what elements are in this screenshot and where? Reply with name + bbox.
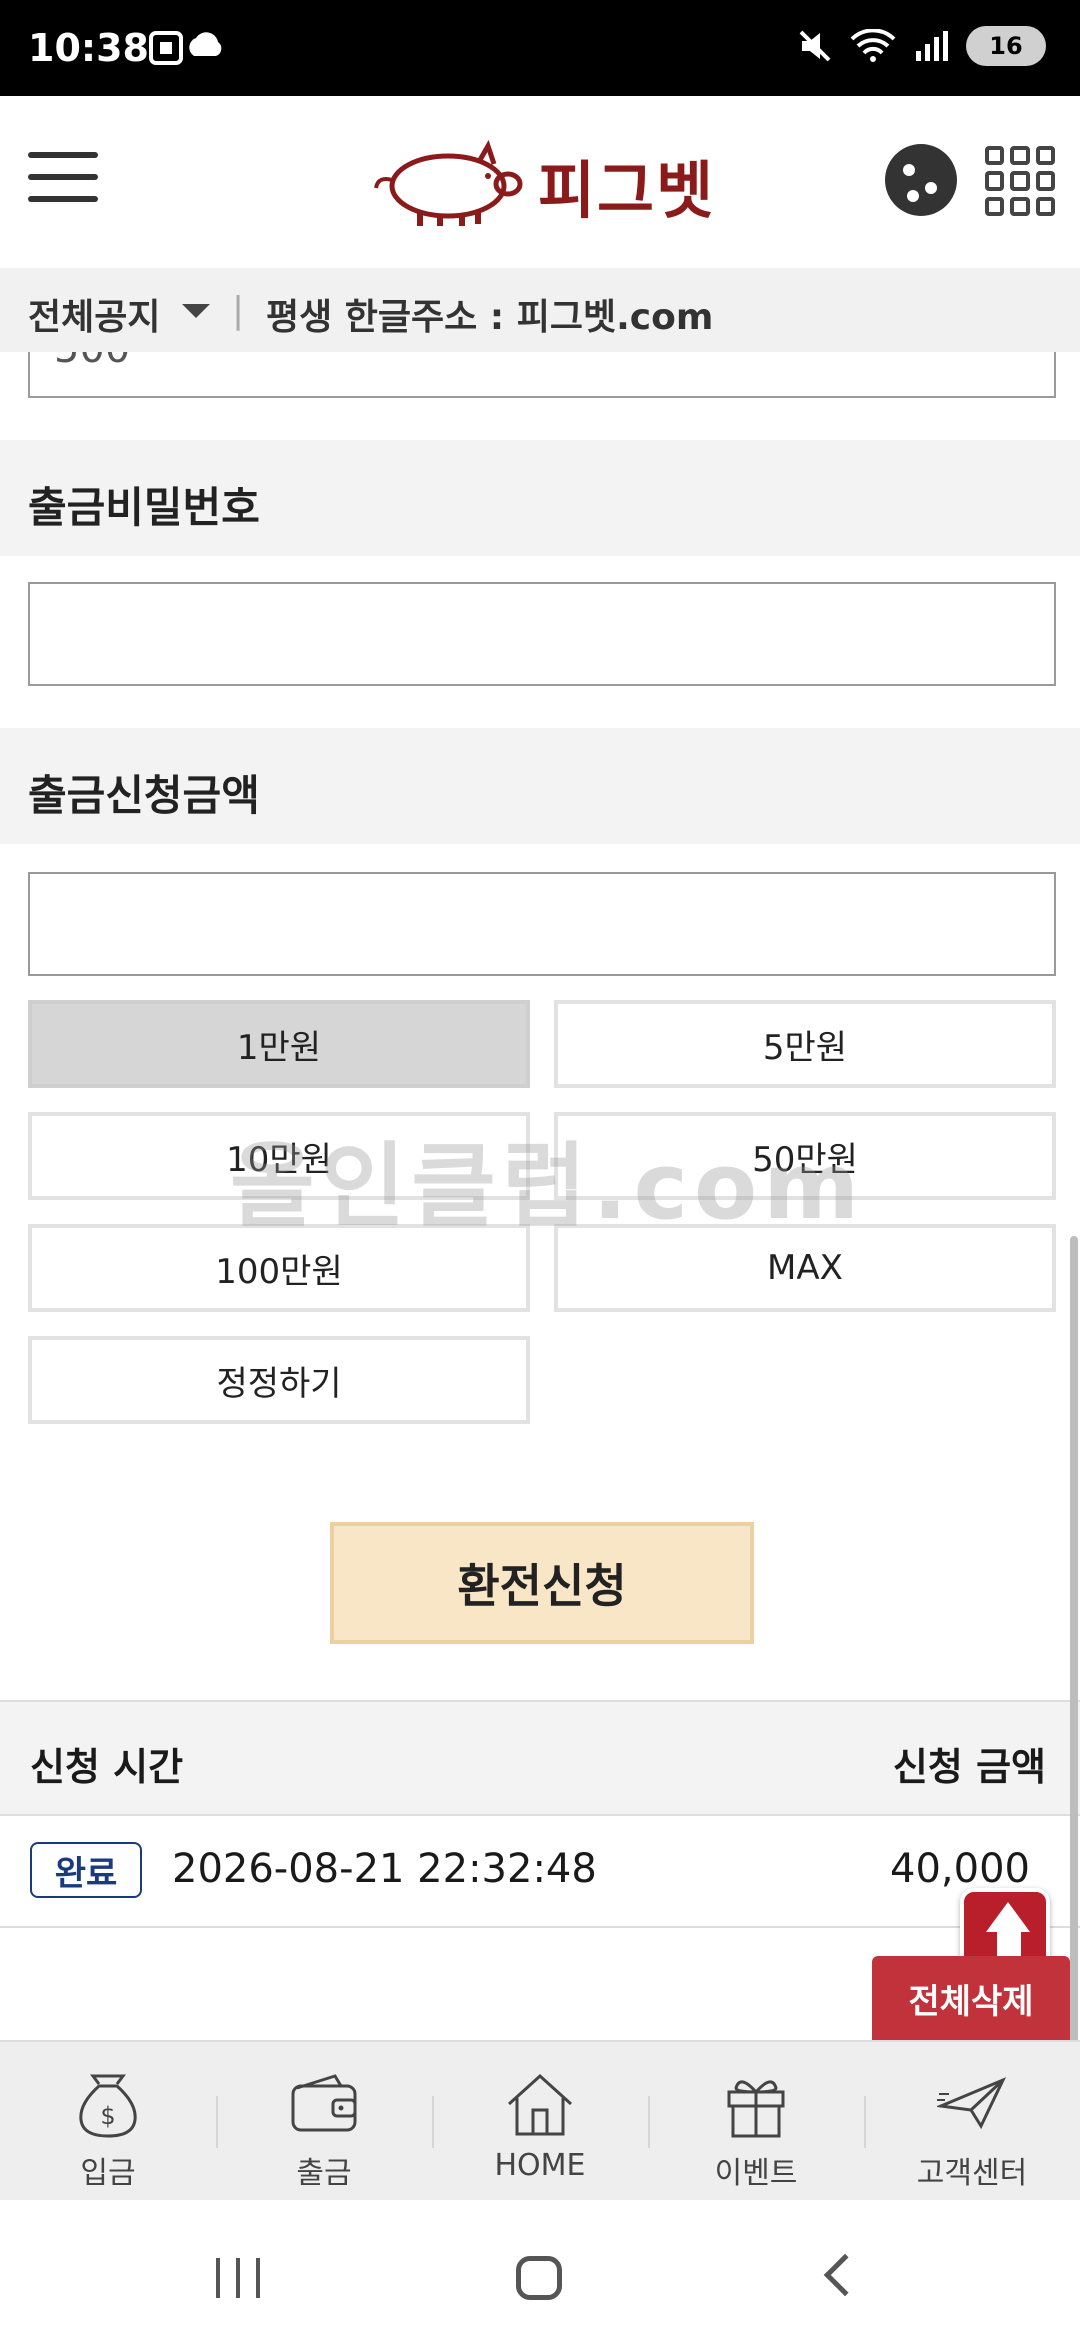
amount-button-50k[interactable]: 5만원 [554, 1000, 1056, 1088]
nav-label: 고객센터 [916, 2156, 1028, 2191]
password-section-header: 출금비밀번호 [0, 440, 1080, 556]
pig-logo-icon [374, 139, 523, 226]
request-amount: 40,000 [890, 1846, 1030, 1892]
nav-deposit[interactable]: $ 입금 [0, 2042, 216, 2202]
money-bag-icon: $ [79, 2074, 137, 2138]
nav-label: 출금 [296, 2156, 352, 2191]
previous-input-value: 500 [54, 352, 130, 372]
nav-label: 이벤트 [714, 2156, 798, 2191]
apps-grid-icon[interactable] [985, 146, 1055, 216]
menu-icon[interactable] [28, 146, 98, 208]
paper-plane-icon [937, 2077, 1007, 2130]
status-time: 10:38 [28, 26, 149, 70]
amount-section-header: 출금신청금액 [0, 728, 1080, 844]
status-bar: 10:38 16 [0, 0, 1080, 96]
home-icon[interactable] [516, 2256, 562, 2300]
request-time: 2026-08-21 22:32:48 [172, 1846, 597, 1892]
nav-home[interactable]: HOME [432, 2042, 648, 2202]
table-row: 완료 2026-08-21 22:32:48 40,000 [0, 1816, 1080, 1928]
nav-customer-center[interactable]: 고객센터 [864, 2042, 1080, 2202]
site-logo[interactable]: 피그벳 [370, 130, 720, 230]
arrow-up-icon [986, 1902, 1030, 1932]
watermark: 올인클럽.com [230, 1133, 866, 1240]
column-request-amount: 신청 금액 [892, 1745, 1046, 1789]
delete-all-button[interactable]: 전체삭제 [872, 1956, 1070, 2040]
column-request-time: 신청 시간 [30, 1745, 184, 1789]
screenshot-icon [148, 28, 228, 77]
password-section-title: 출금비밀번호 [28, 483, 260, 532]
previous-input-field[interactable]: 500 [28, 352, 1056, 398]
status-badge: 완료 [30, 1842, 142, 1898]
back-icon[interactable] [823, 2253, 867, 2297]
site-header: 피그벳 [0, 96, 1080, 268]
system-nav-bar [0, 2200, 1080, 2340]
status-icons: 16 [798, 26, 1046, 66]
battery-indicator: 16 [966, 26, 1046, 66]
house-icon [507, 2073, 573, 2136]
wifi-icon [850, 29, 896, 62]
gift-icon [727, 2080, 785, 2138]
caret-down-icon[interactable] [182, 304, 210, 318]
withdraw-password-input[interactable] [28, 582, 1056, 686]
signal-icon [916, 31, 948, 61]
amount-button-10k[interactable]: 1만원 [28, 1000, 530, 1088]
nav-label: HOME [494, 2148, 586, 2183]
notice-message: 평생 한글주소 : 피그벳.com [266, 297, 714, 338]
amount-section-title: 출금신청금액 [28, 771, 260, 820]
withdraw-amount-input[interactable] [28, 872, 1056, 976]
notice-dropdown-label[interactable]: 전체공지 [28, 288, 160, 340]
amount-reset-button[interactable]: 정정하기 [28, 1336, 530, 1424]
nav-label: 입금 [80, 2156, 136, 2191]
recent-apps-icon[interactable] [216, 2258, 260, 2298]
bottom-nav: $ 입금 출금 HOME 이벤트 고객센터 [0, 2040, 1080, 2200]
notice-bar: 전체공지 | 평생 한글주소 : 피그벳.com [0, 268, 1080, 352]
mute-icon [799, 30, 831, 62]
cookie-icon[interactable] [885, 144, 957, 216]
wallet-icon [291, 2074, 357, 2132]
history-table-header: 신청 시간 신청 금액 [0, 1700, 1080, 1816]
scrollbar[interactable] [1070, 1236, 1078, 2136]
battery-level: 16 [989, 32, 1023, 60]
logo-text: 피그벳 [538, 154, 716, 227]
nav-withdraw[interactable]: 출금 [216, 2042, 432, 2202]
exchange-request-button[interactable]: 환전신청 [330, 1522, 754, 1644]
svg-text:$: $ [100, 2102, 115, 2130]
divider: | [232, 290, 245, 331]
nav-event[interactable]: 이벤트 [648, 2042, 864, 2202]
